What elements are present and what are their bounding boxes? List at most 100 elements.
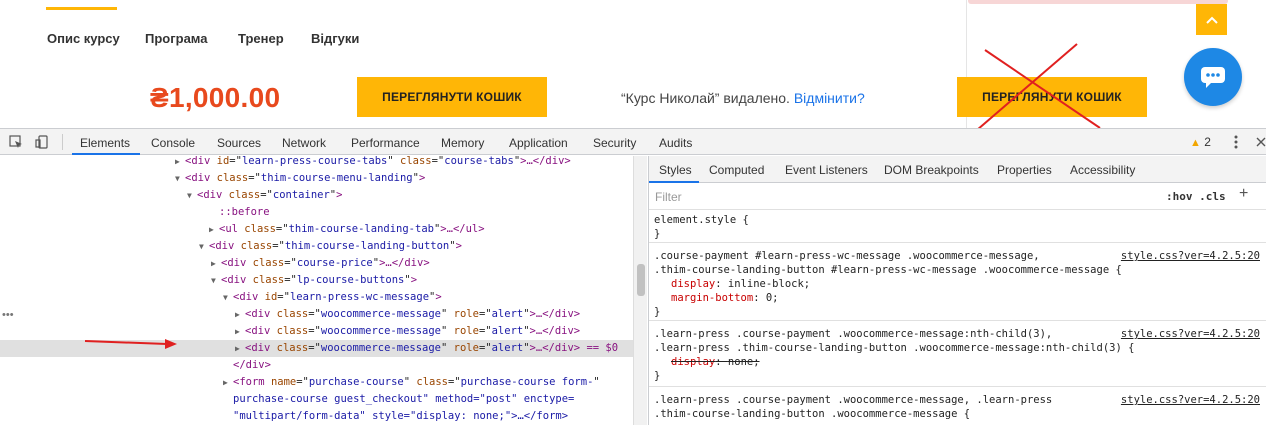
rule-selector[interactable]: .course-payment #learn-press-wc-message … xyxy=(654,249,1040,264)
elements-tree[interactable]: ▶ <div id="learn-press-course-tabs" class… xyxy=(0,156,633,425)
property-name: margin-bottom xyxy=(671,292,754,304)
rule-close-brace: } xyxy=(654,306,661,318)
expand-triangle-icon: ▶ xyxy=(235,310,240,319)
attr-name: role xyxy=(453,325,479,337)
dom-node-line[interactable]: ▶ <div class="woocommerce-message" role="… xyxy=(0,306,633,323)
tab-properties[interactable]: Properties xyxy=(997,163,1052,177)
rule-selector[interactable]: .learn-press .course-payment .woocommerc… xyxy=(654,327,1052,342)
attr-name: class xyxy=(240,240,273,252)
tag-tail: > xyxy=(418,172,426,184)
warnings-counter[interactable]: ▲ 2 xyxy=(1190,135,1211,149)
style-property[interactable]: margin-bottom: 0; xyxy=(671,291,779,306)
tab-application[interactable]: Application xyxy=(509,136,568,150)
attr-name: class xyxy=(276,325,309,337)
dom-node-line[interactable]: ▶ <ul class="thim-course-landing-tab">…</… xyxy=(0,221,633,238)
tab-network[interactable]: Network xyxy=(282,136,326,150)
expand-triangle-icon: ▶ xyxy=(211,259,216,268)
dom-node-line[interactable]: ▼ <div class="thim-course-menu-landing"> xyxy=(0,170,633,187)
tab-sources[interactable]: Sources xyxy=(217,136,261,150)
dom-node-line[interactable]: ▶ <div class="course-price">…</div> xyxy=(0,255,633,272)
chat-button[interactable] xyxy=(1184,48,1242,106)
dom-node-line[interactable]: "multipart/form-data" style="display: no… xyxy=(0,408,633,425)
attr-quote: " xyxy=(441,342,448,354)
filter-input[interactable]: Filter xyxy=(655,190,682,204)
view-cart-button[interactable]: ПЕРЕГЛЯНУТИ КОШИК xyxy=(357,77,547,117)
scrollbar-thumb[interactable] xyxy=(637,264,645,296)
tab-program[interactable]: Програма xyxy=(145,31,208,46)
undo-link[interactable]: Відмінити? xyxy=(794,90,865,106)
scroll-to-top-button[interactable] xyxy=(1196,4,1227,35)
view-cart-button-duplicate[interactable]: ПЕРЕГЛЯНУТИ КОШИК xyxy=(957,77,1147,117)
tag-tail: >…</div> xyxy=(529,325,581,337)
tab-trainer[interactable]: Тренер xyxy=(238,31,284,46)
property-colon: : xyxy=(715,356,728,368)
inspect-element-icon[interactable] xyxy=(8,134,24,150)
device-toolbar-icon[interactable] xyxy=(34,134,50,150)
rule-selector[interactable]: .learn-press .thim-course-landing-button… xyxy=(654,341,1134,356)
tab-computed[interactable]: Computed xyxy=(709,163,764,177)
property-value: inline-block; xyxy=(727,278,811,290)
tag-name: <div xyxy=(221,274,247,286)
style-property[interactable]: display: none; xyxy=(671,355,760,370)
attr-eq: =" xyxy=(275,223,289,235)
chevron-up-icon xyxy=(1205,16,1218,24)
style-property[interactable]: display: inline-block; xyxy=(671,277,810,292)
tab-dom-breakpoints[interactable]: DOM Breakpoints xyxy=(884,163,979,177)
attr-value: alert xyxy=(491,342,524,354)
elements-scrollbar[interactable] xyxy=(633,156,647,425)
dom-node-line[interactable]: ▼ <div class="lp-course-buttons"> xyxy=(0,272,633,289)
rule-selector[interactable]: element.style { xyxy=(654,213,749,228)
dom-node-line[interactable]: ▶ <form name="purchase-course" class="pur… xyxy=(0,374,633,391)
tag-name: <div xyxy=(185,172,211,184)
attr-value: learn-press-wc-message xyxy=(289,291,430,303)
property-name: display xyxy=(671,356,716,368)
dom-node-line[interactable]: ▼ <div class="container"> xyxy=(0,187,633,204)
attr-name: role xyxy=(453,308,479,320)
dom-node-line[interactable]: ▼ <div class="thim-course-landing-button"… xyxy=(0,238,633,255)
rule-selector[interactable]: .learn-press .course-payment .woocommerc… xyxy=(654,393,1052,408)
expand-triangle-icon: ▶ xyxy=(235,344,240,353)
hov-cls-toggles[interactable]: :hov .cls xyxy=(1166,190,1226,203)
rule-source-link[interactable]: style.css?ver=4.2.5:20 xyxy=(1121,393,1260,408)
close-icon[interactable] xyxy=(1253,134,1266,150)
devtools-toolbar: Elements Console Sources Network Perform… xyxy=(0,129,1266,155)
attr-value: thim-course-menu-landing xyxy=(260,172,413,184)
attr-eq: =" xyxy=(447,376,461,388)
tab-reviews[interactable]: Відгуки xyxy=(311,31,359,46)
tab-console[interactable]: Console xyxy=(151,136,195,150)
expand-triangle-icon: ▶ xyxy=(175,157,180,166)
tab-styles[interactable]: Styles xyxy=(659,163,692,177)
attr-eq: =" xyxy=(277,291,290,303)
new-style-rule-icon[interactable]: + xyxy=(1239,185,1248,203)
tag-name: <div xyxy=(221,257,247,269)
tab-performance[interactable]: Performance xyxy=(351,136,420,150)
dom-node-line[interactable]: ▶ <div id="learn-press-course-tabs" class… xyxy=(0,156,633,170)
dom-node-line[interactable]: ▼ <div id="learn-press-wc-message"> xyxy=(0,289,633,306)
tag-tail: > xyxy=(435,291,442,303)
tag-name: <div xyxy=(197,189,223,201)
tab-event-listeners[interactable]: Event Listeners xyxy=(785,163,868,177)
tab-security[interactable]: Security xyxy=(593,136,636,150)
removed-message-text: “Курс Николай” видалено. xyxy=(621,90,790,106)
attr-value: purchase-course form- xyxy=(460,376,594,388)
tab-accessibility[interactable]: Accessibility xyxy=(1070,163,1135,177)
expand-triangle-icon: ▶ xyxy=(235,327,240,336)
attr-eq: =" xyxy=(272,240,285,252)
collapse-triangle-icon: ▼ xyxy=(211,276,216,285)
attr-value: woocommerce-message xyxy=(320,342,441,354)
tab-description[interactable]: Опис курсу xyxy=(47,31,120,46)
dom-node-line[interactable]: ::before xyxy=(0,204,633,221)
attr-eq: =" xyxy=(248,172,261,184)
dom-node-line[interactable]: </div> xyxy=(0,357,633,374)
rule-source-link[interactable]: style.css?ver=4.2.5:20 xyxy=(1121,249,1260,264)
tab-memory[interactable]: Memory xyxy=(441,136,484,150)
rule-selector[interactable]: .thim-course-landing-button #learn-press… xyxy=(654,263,1122,278)
tab-elements[interactable]: Elements xyxy=(80,136,130,150)
notice-bar xyxy=(968,0,1228,4)
rule-selector[interactable]: .thim-course-landing-button .woocommerce… xyxy=(654,407,970,422)
more-options-icon[interactable] xyxy=(1228,134,1244,150)
dom-node-line[interactable]: purchase-course guest_checkout" method="… xyxy=(0,391,633,408)
tab-audits[interactable]: Audits xyxy=(659,136,692,150)
attribute-continuation: purchase-course guest_checkout" method="… xyxy=(233,393,575,405)
rule-source-link[interactable]: style.css?ver=4.2.5:20 xyxy=(1121,327,1260,342)
